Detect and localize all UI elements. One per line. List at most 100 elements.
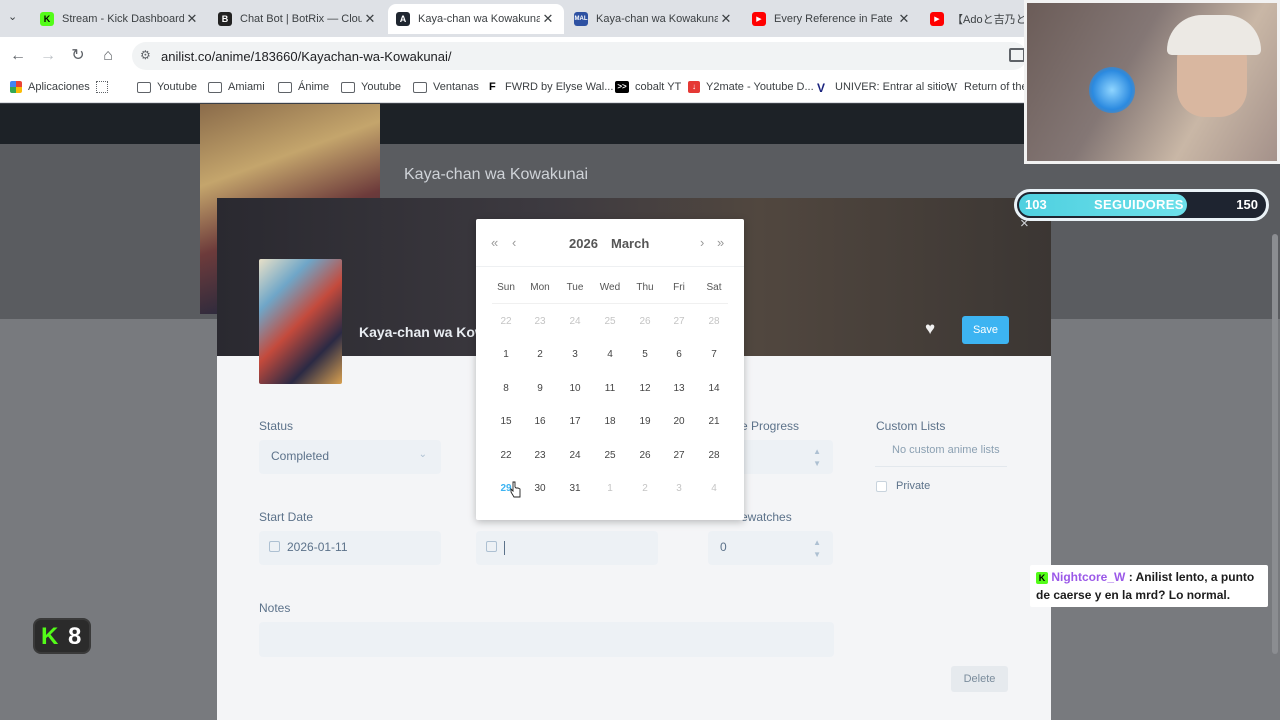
bookmark-anime-folder[interactable]: Ánime [278, 81, 329, 93]
delete-button[interactable]: Delete [951, 666, 1008, 692]
address-bar[interactable]: ⚙ anilist.co/anime/183660/Kayachan-wa-Ko… [132, 42, 1027, 70]
calendar-day[interactable]: 5 [628, 349, 662, 360]
calendar-day[interactable]: 3 [662, 483, 696, 494]
tab-title: Stream - Kick Dashboard [62, 13, 184, 25]
calendar-day[interactable]: 18 [593, 416, 627, 427]
status-select[interactable]: Completed ⌄ [259, 440, 441, 474]
forward-icon[interactable]: → [38, 46, 58, 66]
calendar-day[interactable]: 24 [558, 450, 592, 461]
calendar-day[interactable]: 26 [628, 450, 662, 461]
followers-label: SEGUIDORES [1094, 197, 1184, 212]
picker-year[interactable]: 2026 [569, 236, 598, 251]
calendar-day[interactable]: 11 [593, 383, 627, 394]
back-icon[interactable]: ← [8, 46, 28, 66]
calendar-day[interactable]: 6 [662, 349, 696, 360]
tab-title: Kaya-chan wa Kowakunai ( [418, 13, 540, 25]
next-month-icon[interactable]: › [700, 235, 704, 250]
calendar-day[interactable]: 2 [523, 349, 557, 360]
bookmark-fwrd[interactable]: F FWRD by Elyse Wal... [489, 81, 613, 93]
calendar-day[interactable]: 25 [593, 316, 627, 327]
calendar-day[interactable]: 28 [697, 450, 731, 461]
calendar-day[interactable]: 9 [523, 383, 557, 394]
calendar-day[interactable]: 27 [662, 316, 696, 327]
tab-anilist[interactable]: A Kaya-chan wa Kowakunai ( ✕ [388, 4, 564, 34]
calendar-day[interactable]: 25 [593, 450, 627, 461]
weekday-label: Mon [530, 282, 550, 293]
tab-youtube-fate[interactable]: ▶ Every Reference in Fate Str ✕ [744, 4, 920, 34]
prev-year-icon[interactable]: « [491, 235, 498, 250]
notes-textarea[interactable] [259, 622, 834, 657]
calendar-day[interactable]: 4 [593, 349, 627, 360]
calendar-day[interactable]: 15 [489, 416, 523, 427]
calendar-day[interactable]: 8 [489, 383, 523, 394]
calendar-day[interactable]: 13 [662, 383, 696, 394]
stepper-icon[interactable]: ▲ ▼ [813, 537, 821, 561]
tab-myanimelist[interactable]: MAL Kaya-chan wa Kowakunai ( ✕ [566, 4, 742, 34]
bookmark-label: Y2mate - Youtube D... [706, 81, 814, 93]
calendar-day[interactable]: 10 [558, 383, 592, 394]
calendar-day[interactable]: 24 [558, 316, 592, 327]
bookmark-youtube-folder-2[interactable]: Youtube [341, 81, 401, 93]
reload-icon[interactable]: ↻ [68, 46, 88, 66]
calendar-day[interactable]: 16 [523, 416, 557, 427]
calendar-day[interactable]: 22 [489, 316, 523, 327]
close-tab-icon[interactable]: ✕ [896, 11, 912, 27]
calendar-day[interactable]: 31 [558, 483, 592, 494]
calendar-day[interactable]: 26 [628, 316, 662, 327]
install-app-icon[interactable] [1009, 48, 1025, 62]
bookmark-ventanas-folder[interactable]: Ventanas [413, 81, 479, 93]
home-icon[interactable]: ⌂ [98, 46, 118, 66]
calendar-day[interactable]: 20 [662, 416, 696, 427]
calendar-day[interactable]: 21 [697, 416, 731, 427]
stepper-icon[interactable]: ▲ ▼ [813, 446, 821, 470]
calendar-day[interactable]: 1 [489, 349, 523, 360]
close-tab-icon[interactable]: ✕ [718, 11, 734, 27]
start-date-input[interactable]: 2026-01-11 [259, 531, 441, 565]
bookmark-aplicaciones[interactable]: Aplicaciones [10, 81, 90, 93]
private-checkbox[interactable] [876, 481, 887, 492]
tab-botrix[interactable]: B Chat Bot | BotRix — Cloud ✕ [210, 4, 386, 34]
calendar-day[interactable]: 23 [523, 450, 557, 461]
youtube-icon: ▶ [752, 12, 766, 26]
tab-youtube-ado[interactable]: ▶ 【Adoと吉乃と弱酸 [922, 4, 1032, 34]
bookmark-grid[interactable] [96, 81, 114, 93]
univer-icon: V [817, 81, 826, 95]
calendar-day[interactable]: 28 [697, 316, 731, 327]
next-year-icon[interactable]: » [717, 235, 724, 250]
calendar-day[interactable]: 23 [523, 316, 557, 327]
bookmark-y2mate[interactable]: ↓ Y2mate - Youtube D... [688, 81, 814, 93]
bookmark-wikipedia[interactable]: W Return of the [946, 81, 1028, 94]
calendar-day[interactable]: 12 [628, 383, 662, 394]
close-tab-icon[interactable]: ✕ [362, 11, 378, 27]
calendar-day[interactable]: 7 [697, 349, 731, 360]
site-info-icon[interactable]: ⚙ [140, 48, 151, 62]
calendar-day[interactable]: 30 [523, 483, 557, 494]
calendar-day[interactable]: 14 [697, 383, 731, 394]
calendar-day[interactable]: 22 [489, 450, 523, 461]
picker-month[interactable]: March [611, 236, 649, 251]
prev-month-icon[interactable]: ‹ [512, 235, 516, 250]
custom-lists-label: Custom Lists [876, 419, 946, 433]
finish-date-input[interactable] [476, 531, 658, 565]
rewatches-input[interactable]: 0 ▲ ▼ [708, 531, 833, 565]
calendar-day[interactable]: 1 [593, 483, 627, 494]
calendar-day[interactable]: 17 [558, 416, 592, 427]
tab-kick-dashboard[interactable]: K Stream - Kick Dashboard ✕ [32, 4, 208, 34]
hand-cursor-icon [510, 481, 521, 498]
calendar-day[interactable]: 2 [628, 483, 662, 494]
favourite-heart-icon[interactable]: ♥ [925, 319, 935, 339]
calendar-day[interactable]: 27 [662, 450, 696, 461]
scrollbar[interactable] [1272, 234, 1278, 654]
calendar-day[interactable]: 19 [628, 416, 662, 427]
close-tab-icon[interactable]: ✕ [184, 11, 200, 27]
calendar-day[interactable]: 4 [697, 483, 731, 494]
weekday-label: Thu [636, 282, 654, 293]
calendar-day[interactable]: 3 [558, 349, 592, 360]
bookmark-cobalt[interactable]: >> cobalt YT [615, 81, 681, 93]
save-button[interactable]: Save [962, 316, 1009, 344]
bookmark-youtube-folder[interactable]: Youtube [137, 81, 197, 93]
bookmark-univer[interactable]: V UNIVER: Entrar al sitio [817, 81, 947, 95]
tab-search-icon[interactable]: ⌄ [8, 10, 26, 28]
bookmark-amiami-folder[interactable]: Amiami [208, 81, 265, 93]
close-tab-icon[interactable]: ✕ [540, 11, 556, 27]
